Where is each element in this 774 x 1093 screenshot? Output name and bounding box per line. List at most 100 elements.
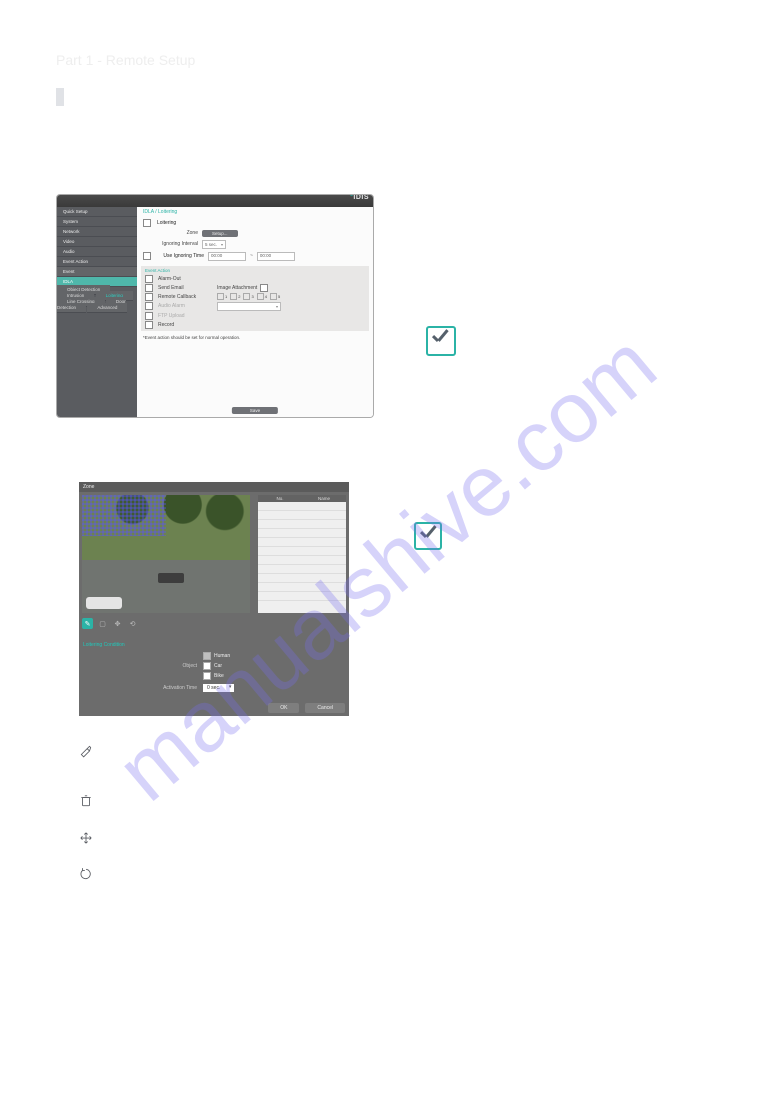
sidebar-item-system[interactable]: System: [57, 217, 137, 227]
table-row[interactable]: [258, 565, 346, 574]
callback-2[interactable]: [230, 293, 237, 300]
label-audio-alarm: Audio Alarm: [158, 303, 214, 309]
video-preview[interactable]: [82, 495, 250, 613]
callback-4[interactable]: [257, 293, 264, 300]
sidebar-item-network[interactable]: Network: [57, 227, 137, 237]
sidebar-item-event[interactable]: Event: [57, 267, 137, 277]
info-text-2: The zone setting is identical to the IDL…: [450, 520, 770, 556]
save-bar: Save: [232, 407, 278, 414]
save-button[interactable]: Save: [232, 407, 278, 414]
info-checkmark-icon: [426, 326, 456, 356]
bullet-activation: Activation Time: Sets the activation tim…: [79, 950, 389, 986]
callback-3[interactable]: [243, 293, 250, 300]
legend-move-all: (Move all): Moves the position of the en…: [79, 831, 389, 845]
select-ignoring-interval[interactable]: 5 sec.: [202, 240, 226, 249]
checkbox-alarm-out[interactable]: [145, 275, 153, 283]
table-row[interactable]: [258, 556, 346, 565]
table-row[interactable]: [258, 592, 346, 601]
toolbar: ✎ ▢ ✥ ⟲: [82, 618, 138, 629]
setup-button[interactable]: Setup...: [202, 230, 238, 237]
table-row[interactable]: [258, 538, 346, 547]
legend-erase-all: (Erase all): Remove the entire zone.: [79, 867, 389, 881]
checkbox-record[interactable]: [145, 321, 153, 329]
bullet-object: Object: Select the object(Human, Car, Bi…: [79, 890, 389, 914]
checkbox-audio-alarm[interactable]: [145, 302, 153, 310]
tool-move-all-icon[interactable]: ✥: [112, 618, 123, 629]
sidebar-item-quick-setup[interactable]: Quick Setup: [57, 207, 137, 217]
select-audio-alarm[interactable]: [217, 302, 281, 311]
tool-erase-all-icon[interactable]: ⟲: [127, 618, 138, 629]
table-row[interactable]: [258, 574, 346, 583]
erase-all-icon: [79, 867, 93, 881]
condition-title: Loitering Condition: [79, 640, 349, 651]
checkbox-car[interactable]: [203, 662, 211, 670]
overlay-grid: [82, 495, 166, 536]
main-panel: IDLA / Loitering Loitering Zone Setup...…: [137, 207, 373, 417]
tool-erase-icon[interactable]: ▢: [97, 618, 108, 629]
label-human: Human: [214, 653, 230, 659]
sidebar: Quick Setup System Network Video Audio E…: [57, 207, 137, 417]
table-row[interactable]: [258, 583, 346, 592]
input-time-from[interactable]: 00:00: [208, 252, 246, 261]
info-checkmark-icon: [414, 522, 442, 550]
app-logo: °IDIS: [350, 194, 369, 201]
ok-button[interactable]: OK: [268, 703, 299, 713]
sidebar-sub-advanced[interactable]: Advanced: [87, 303, 127, 313]
section-marker: [56, 88, 64, 106]
checkbox-image-attachment[interactable]: [260, 284, 268, 292]
checkbox-human[interactable]: [203, 652, 211, 660]
checkbox-remote-callback[interactable]: [145, 293, 153, 301]
select-activation-time[interactable]: 0 sec.: [203, 684, 234, 692]
table-row[interactable]: [258, 529, 346, 538]
event-action-panel: Event Action Alarm-Out Send EmailImage A…: [141, 266, 369, 331]
checkbox-ftp-upload[interactable]: [145, 312, 153, 320]
label-ignoring-interval: Ignoring Interval: [143, 241, 198, 247]
th-name: Name: [302, 495, 346, 502]
legend-erase: (Erase): Remove the selected zone.: [79, 794, 389, 808]
input-time-to[interactable]: 00:00: [257, 252, 295, 261]
callback-1[interactable]: [217, 293, 224, 300]
tool-legend: (Zone): Drag the mouse to set the detect…: [79, 744, 389, 903]
label-ftp-upload: FTP Upload: [158, 313, 214, 319]
sidebar-item-video[interactable]: Video: [57, 237, 137, 247]
zone-table: No.Name: [258, 495, 346, 613]
dialog-title: Zone: [79, 482, 349, 492]
sidebar-item-audio[interactable]: Audio: [57, 247, 137, 257]
table-row[interactable]: [258, 511, 346, 520]
checkbox-send-email[interactable]: [145, 284, 153, 292]
label-remote-callback: Remote Callback: [158, 294, 214, 300]
label-loitering: Loitering: [157, 220, 176, 226]
erase-icon: [79, 794, 93, 808]
label-car: Car: [214, 663, 222, 669]
app-titlebar: °IDIS: [57, 195, 373, 207]
tool-zone-icon[interactable]: ✎: [82, 618, 93, 629]
legend-zone-text: (Zone): Drag the mouse to set the detect…: [103, 744, 389, 772]
callback-5[interactable]: [270, 293, 277, 300]
event-action-title: Event Action: [145, 268, 365, 273]
label-image-attachment: Image Attachment: [217, 285, 257, 291]
label-object: Object: [79, 663, 203, 669]
zone-icon: [79, 744, 93, 758]
label-bike: Bike: [214, 673, 224, 679]
page-header: Part 1 - Remote Setup: [56, 52, 195, 68]
screenshot-zone-dialog: Zone No.Name: [79, 482, 349, 716]
cancel-button[interactable]: Cancel: [305, 703, 345, 713]
label-use-ignoring-time: Use Ignoring Time: [157, 253, 204, 259]
callback-numbers: 1 2 3 4 5: [217, 293, 280, 300]
legend-move-all-text: (Move all): Moves the position of the en…: [103, 831, 329, 845]
checkbox-use-ignoring-time[interactable]: [143, 252, 151, 260]
label-activation-time: Activation Time: [79, 685, 203, 691]
th-no: No.: [258, 495, 302, 502]
table-row[interactable]: [258, 502, 346, 511]
label-send-email: Send Email: [158, 285, 214, 291]
table-row[interactable]: [258, 547, 346, 556]
table-row[interactable]: [258, 520, 346, 529]
label-alarm-out: Alarm-Out: [158, 276, 214, 282]
legend-erase-text: (Erase): Remove the selected zone.: [103, 794, 271, 808]
sidebar-item-event-action[interactable]: Event Action: [57, 257, 137, 267]
footer-note: *Event action should be set for normal o…: [137, 331, 373, 344]
checkbox-loitering[interactable]: [143, 219, 151, 227]
legend-erase-all-text: (Erase all): Remove the entire zone.: [103, 867, 271, 881]
checkbox-bike[interactable]: [203, 672, 211, 680]
legend-zone: (Zone): Drag the mouse to set the detect…: [79, 744, 389, 772]
